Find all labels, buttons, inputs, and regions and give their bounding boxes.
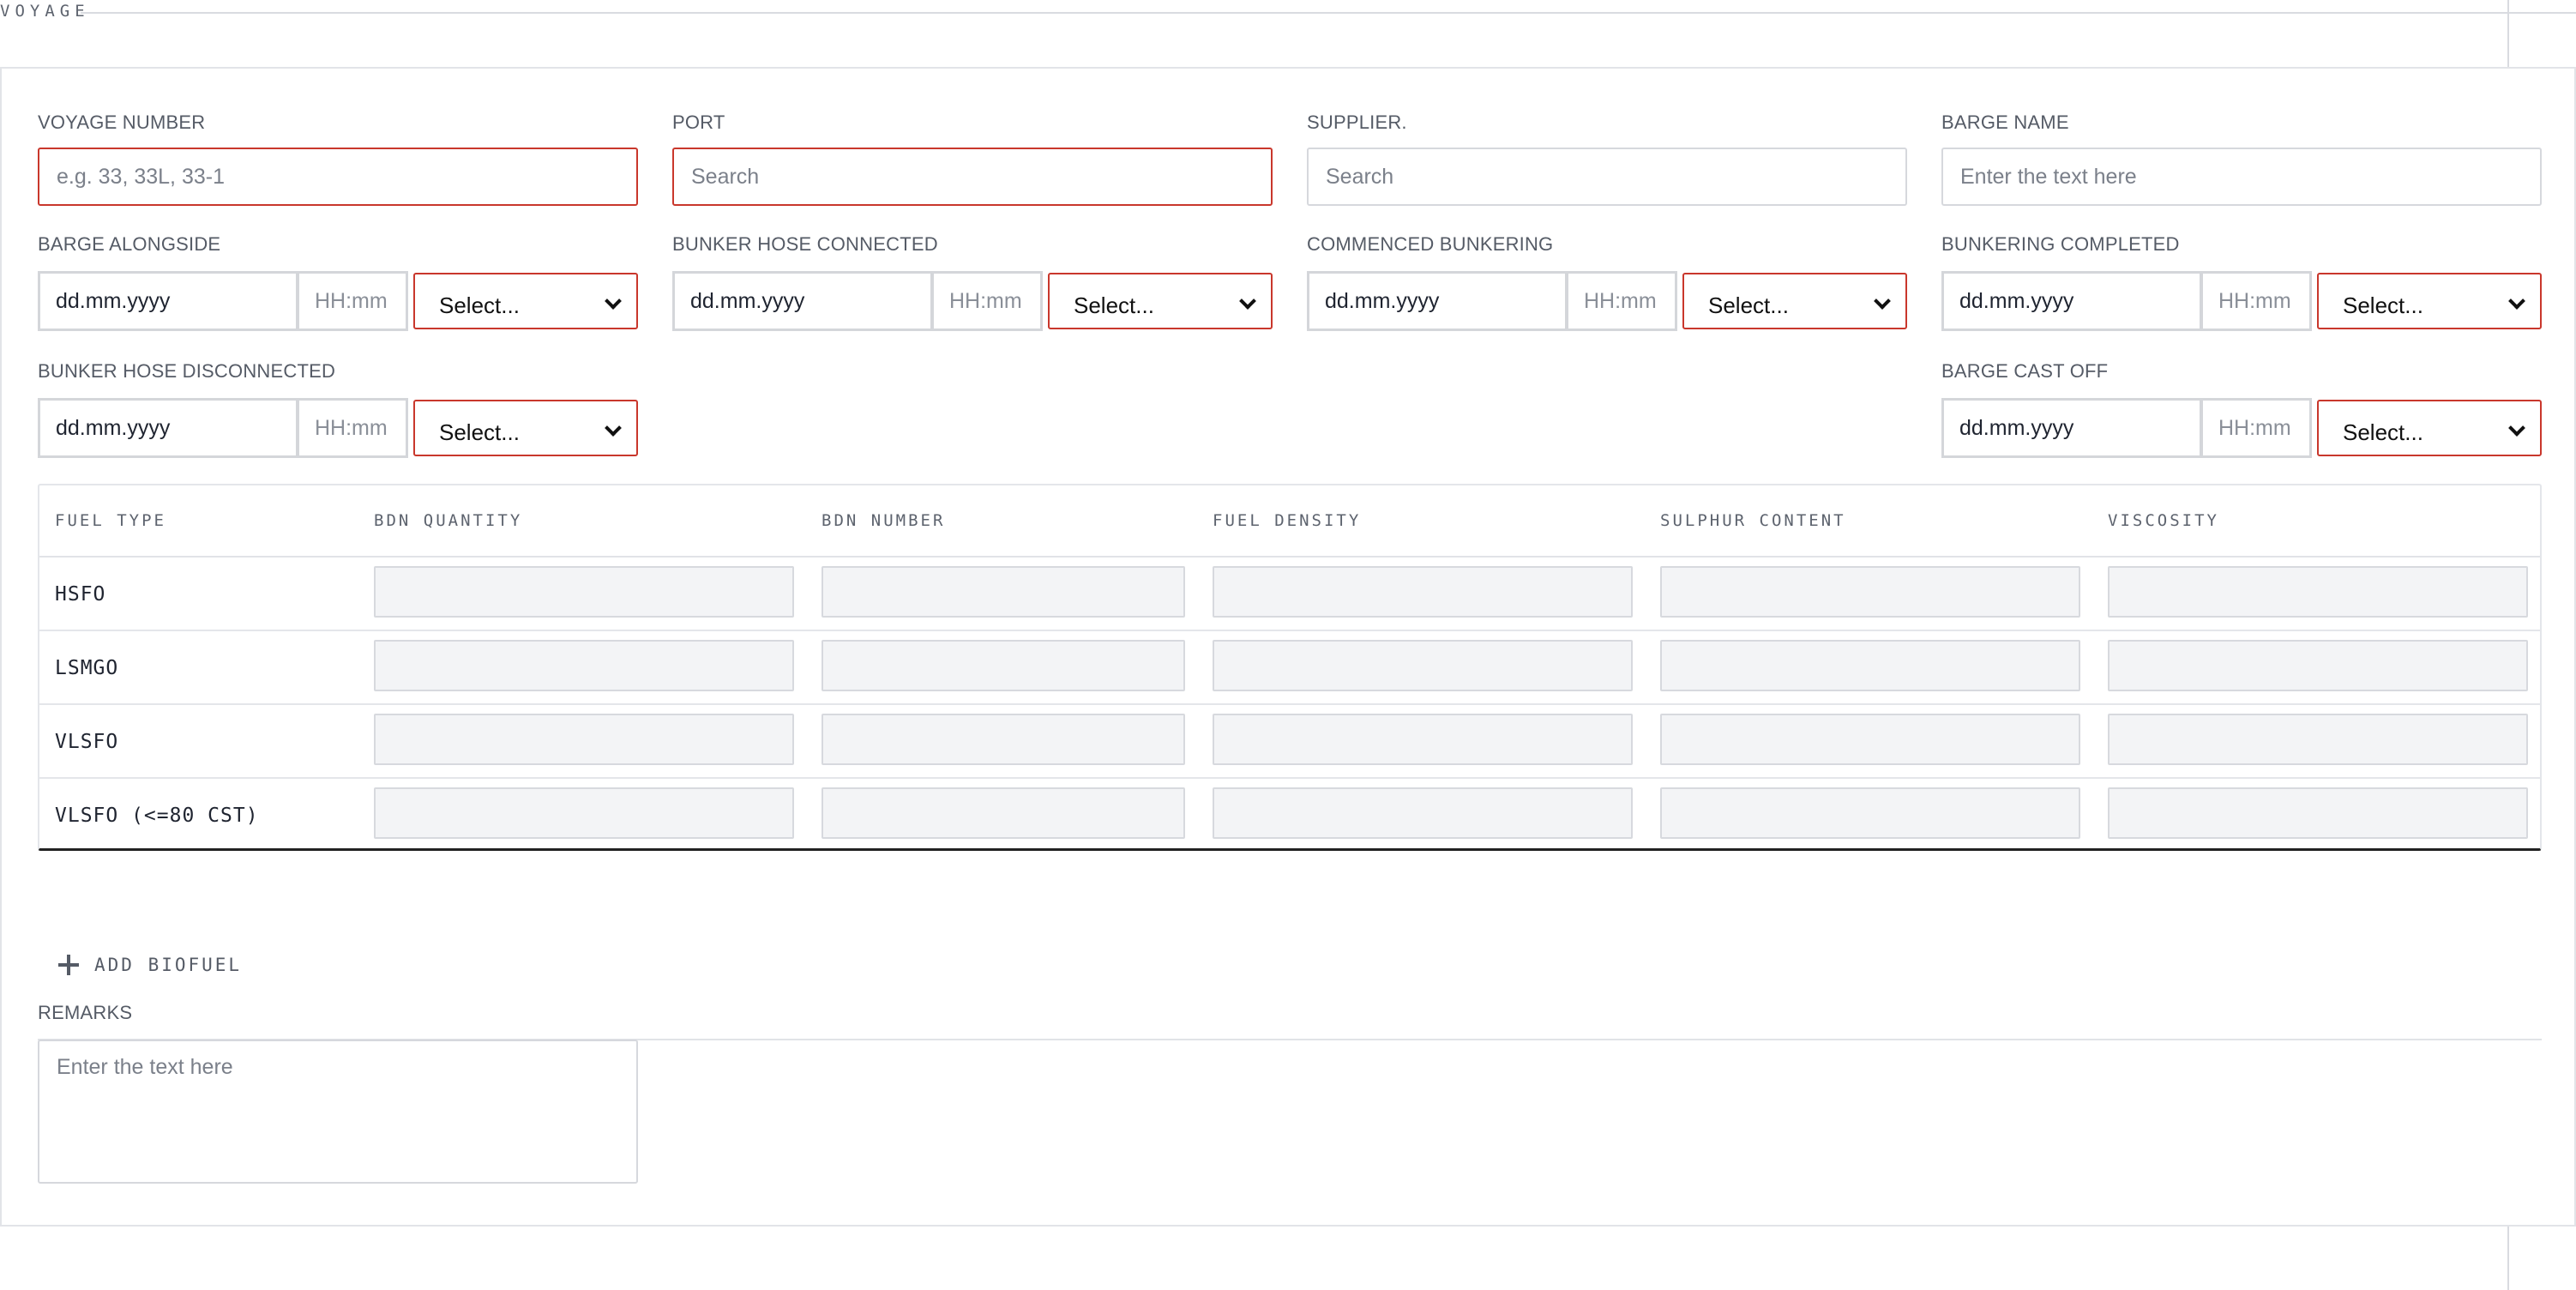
column-header-viscosity: VISCOSITY (2108, 511, 2219, 530)
vertical-divider-bottom (2507, 1225, 2509, 1290)
bunker-hose-disconnected-date-input[interactable] (38, 398, 298, 458)
barge-cast-off-select-value: Select... (2343, 419, 2423, 445)
legend-divider (81, 12, 2576, 14)
vlsfo-fuel-density-input[interactable] (1213, 714, 1633, 765)
chevron-down-icon (605, 419, 622, 437)
vlsfo-80cst-bdn-number-input[interactable] (822, 787, 1185, 839)
bunker-hose-connected-label: BUNKER HOSE CONNECTED (672, 233, 938, 255)
column-header-sulphur-content: SULPHUR CONTENT (1660, 511, 1846, 530)
barge-alongside-select-value: Select... (439, 292, 520, 318)
barge-cast-off-select[interactable]: Select... (2317, 400, 2542, 456)
table-row: VLSFO (<=80 CST) (39, 779, 2540, 853)
bunker-hose-disconnected-select-value: Select... (439, 419, 520, 445)
bunker-hose-disconnected-label: BUNKER HOSE DISCONNECTED (38, 360, 336, 382)
vlsfo-viscosity-input[interactable] (2108, 714, 2528, 765)
table-row: LSMGO (39, 631, 2540, 705)
bunker-hose-disconnected-select[interactable]: Select... (413, 400, 638, 456)
hsfo-bdn-quantity-input[interactable] (374, 566, 794, 618)
column-header-bdn-quantity: BDN QUANTITY (374, 511, 523, 530)
chevron-down-icon (605, 292, 622, 310)
remarks-textarea[interactable] (38, 1040, 638, 1184)
fuel-table-header: FUEL TYPE BDN QUANTITY BDN NUMBER FUEL D… (39, 485, 2540, 558)
bunker-hose-connected-date-input[interactable] (672, 271, 933, 331)
vertical-divider-top (2507, 0, 2509, 67)
bunkering-completed-date-input[interactable] (1941, 271, 2202, 331)
barge-cast-off-time-input[interactable] (2200, 398, 2312, 458)
table-row: HSFO (39, 558, 2540, 631)
supplier-search-input[interactable] (1307, 148, 1907, 206)
vlsfo-80cst-fuel-density-input[interactable] (1213, 787, 1633, 839)
commenced-bunkering-select-value: Select... (1708, 292, 1789, 318)
lsmgo-bdn-number-input[interactable] (822, 640, 1185, 691)
hsfo-bdn-number-input[interactable] (822, 566, 1185, 618)
bunker-hose-connected-group: Select... (672, 271, 1273, 331)
commenced-bunkering-label: COMMENCED BUNKERING (1307, 233, 1554, 255)
bunkering-completed-time-input[interactable] (2200, 271, 2312, 331)
column-header-fuel-density: FUEL DENSITY (1213, 511, 1362, 530)
lsmgo-bdn-quantity-input[interactable] (374, 640, 794, 691)
section-legend: VOYAGE (0, 0, 2576, 24)
chevron-down-icon (2508, 292, 2525, 310)
bunker-hose-connected-time-input[interactable] (931, 271, 1043, 331)
voyage-number-input[interactable] (38, 148, 638, 206)
add-biofuel-label: ADD BIOFUEL (94, 955, 243, 975)
bunkering-completed-group: Select... (1941, 271, 2542, 331)
bunker-hose-connected-select[interactable]: Select... (1048, 273, 1273, 329)
barge-cast-off-group: Select... (1941, 398, 2542, 458)
lsmgo-sulphur-content-input[interactable] (1660, 640, 2080, 691)
bunker-hose-connected-select-value: Select... (1074, 292, 1154, 318)
barge-alongside-date-input[interactable] (38, 271, 298, 331)
port-search-input[interactable] (672, 148, 1273, 206)
commenced-bunkering-select[interactable]: Select... (1682, 273, 1907, 329)
vlsfo-bdn-number-input[interactable] (822, 714, 1185, 765)
vlsfo-sulphur-content-input[interactable] (1660, 714, 2080, 765)
commenced-bunkering-group: Select... (1307, 271, 1907, 331)
vlsfo-bdn-quantity-input[interactable] (374, 714, 794, 765)
commenced-bunkering-date-input[interactable] (1307, 271, 1568, 331)
barge-cast-off-date-input[interactable] (1941, 398, 2202, 458)
column-header-fuel-type: FUEL TYPE (55, 511, 166, 530)
vlsfo-80cst-viscosity-input[interactable] (2108, 787, 2528, 839)
bunker-hose-disconnected-time-input[interactable] (297, 398, 408, 458)
chevron-down-icon (1874, 292, 1891, 310)
chevron-down-icon (1239, 292, 1256, 310)
barge-name-input[interactable] (1941, 148, 2542, 206)
add-biofuel-button[interactable]: ADD BIOFUEL (58, 955, 242, 975)
barge-name-label: BARGE NAME (1941, 112, 2069, 133)
port-label: PORT (672, 112, 725, 133)
supplier-label: SUPPLIER. (1307, 112, 1407, 133)
bunkering-completed-label: BUNKERING COMPLETED (1941, 233, 2180, 255)
section-title: VOYAGE (0, 2, 90, 21)
bunker-hose-disconnected-group: Select... (38, 398, 638, 458)
fuel-table: FUEL TYPE BDN QUANTITY BDN NUMBER FUEL D… (38, 484, 2542, 851)
plus-icon (58, 955, 79, 975)
barge-alongside-select[interactable]: Select... (413, 273, 638, 329)
column-header-bdn-number: BDN NUMBER (822, 511, 946, 530)
vlsfo-80cst-sulphur-content-input[interactable] (1660, 787, 2080, 839)
table-row: VLSFO (39, 705, 2540, 779)
lsmgo-viscosity-input[interactable] (2108, 640, 2528, 691)
lsmgo-fuel-density-input[interactable] (1213, 640, 1633, 691)
fuel-type-vlsfo: VLSFO (55, 731, 119, 753)
bunkering-completed-select[interactable]: Select... (2317, 273, 2542, 329)
barge-alongside-label: BARGE ALONGSIDE (38, 233, 221, 255)
fuel-type-hsfo: HSFO (55, 583, 106, 606)
vlsfo-80cst-bdn-quantity-input[interactable] (374, 787, 794, 839)
hsfo-fuel-density-input[interactable] (1213, 566, 1633, 618)
bunkering-completed-select-value: Select... (2343, 292, 2423, 318)
barge-alongside-group: Select... (38, 271, 638, 331)
hsfo-sulphur-content-input[interactable] (1660, 566, 2080, 618)
barge-alongside-time-input[interactable] (297, 271, 408, 331)
commenced-bunkering-time-input[interactable] (1566, 271, 1677, 331)
hsfo-viscosity-input[interactable] (2108, 566, 2528, 618)
remarks-label: REMARKS (38, 1002, 133, 1023)
barge-cast-off-label: BARGE CAST OFF (1941, 360, 2109, 382)
chevron-down-icon (2508, 419, 2525, 437)
voyage-number-label: VOYAGE NUMBER (38, 112, 206, 133)
fuel-type-vlsfo-80cst: VLSFO (<=80 CST) (55, 805, 259, 827)
fuel-type-lsmgo: LSMGO (55, 657, 119, 679)
voyage-panel: VOYAGE NUMBER PORT SUPPLIER. BARGE NAME … (0, 67, 2576, 1227)
